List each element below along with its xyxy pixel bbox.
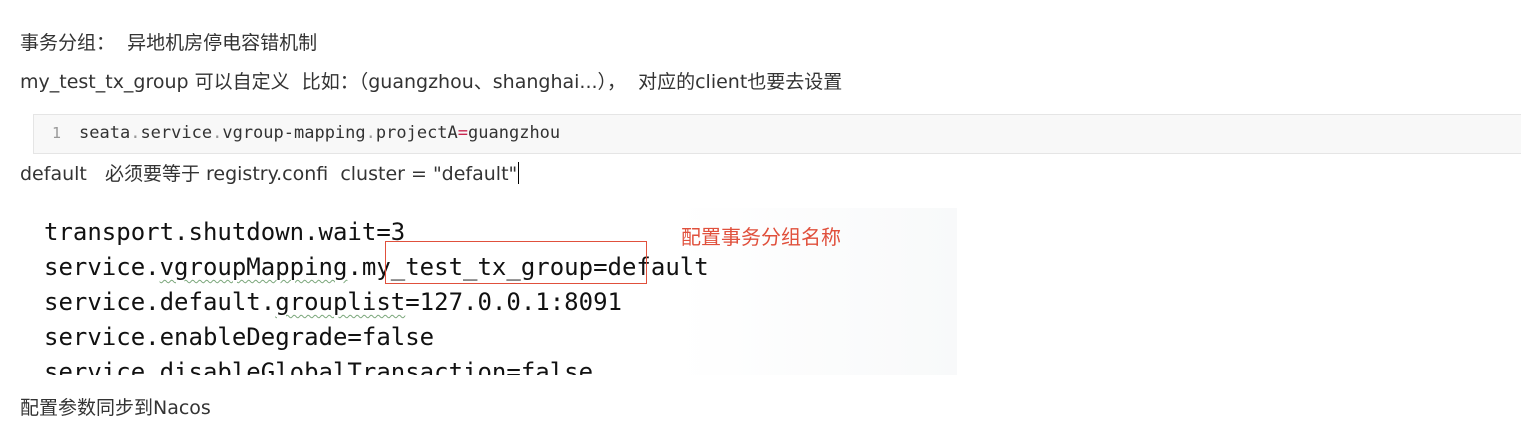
paragraph-transaction-group: 事务分组： 异地机房停电容错机制: [20, 32, 318, 54]
embedded-config-screenshot: transport.shutdown.wait=3 service.vgroup…: [20, 208, 957, 375]
code-token: service: [140, 123, 213, 143]
paragraph-custom-group: my_test_tx_group 可以自定义 比如：（guangzhou、sha…: [20, 71, 843, 93]
config-text: grouplist: [275, 288, 406, 316]
highlight-box: [385, 241, 647, 284]
config-text: =127.0.0.1:8091: [405, 288, 622, 316]
config-line-grouplist: service.default.grouplist=127.0.0.1:8091: [44, 287, 622, 317]
code-token: .: [212, 123, 223, 143]
paragraph-default-note[interactable]: default 必须要等于 registry.confi cluster = "…: [20, 162, 520, 186]
paragraph-sync-nacos: 配置参数同步到Nacos: [20, 397, 211, 419]
code-token: .: [365, 123, 376, 143]
annotation-label: 配置事务分组名称: [681, 225, 841, 249]
code-line: seata.service.vgroup-mapping.projectA=gu…: [79, 123, 560, 143]
config-text: service.: [44, 253, 160, 281]
config-text: vgroupMapping: [159, 253, 348, 281]
code-token: =: [457, 123, 469, 143]
config-line: service.disableGlobalTransaction=false: [44, 358, 594, 375]
config-line: transport.shutdown.wait=3: [44, 218, 406, 246]
code-token: vgroup-mapping: [222, 123, 366, 143]
code-token: .: [130, 123, 141, 143]
code-block: 1 seata.service.vgroup-mapping.projectA=…: [33, 114, 1521, 154]
code-token: projectA: [375, 123, 458, 143]
config-text: service.default.: [44, 288, 276, 316]
code-line-number: 1: [52, 124, 62, 142]
paragraph-default-text: default 必须要等于 registry.confi cluster = "…: [20, 163, 518, 185]
code-token: seata: [79, 123, 131, 143]
text-caret: [518, 162, 520, 184]
code-token: guangzhou: [468, 123, 561, 143]
config-line: service.enableDegrade=false: [44, 323, 435, 351]
